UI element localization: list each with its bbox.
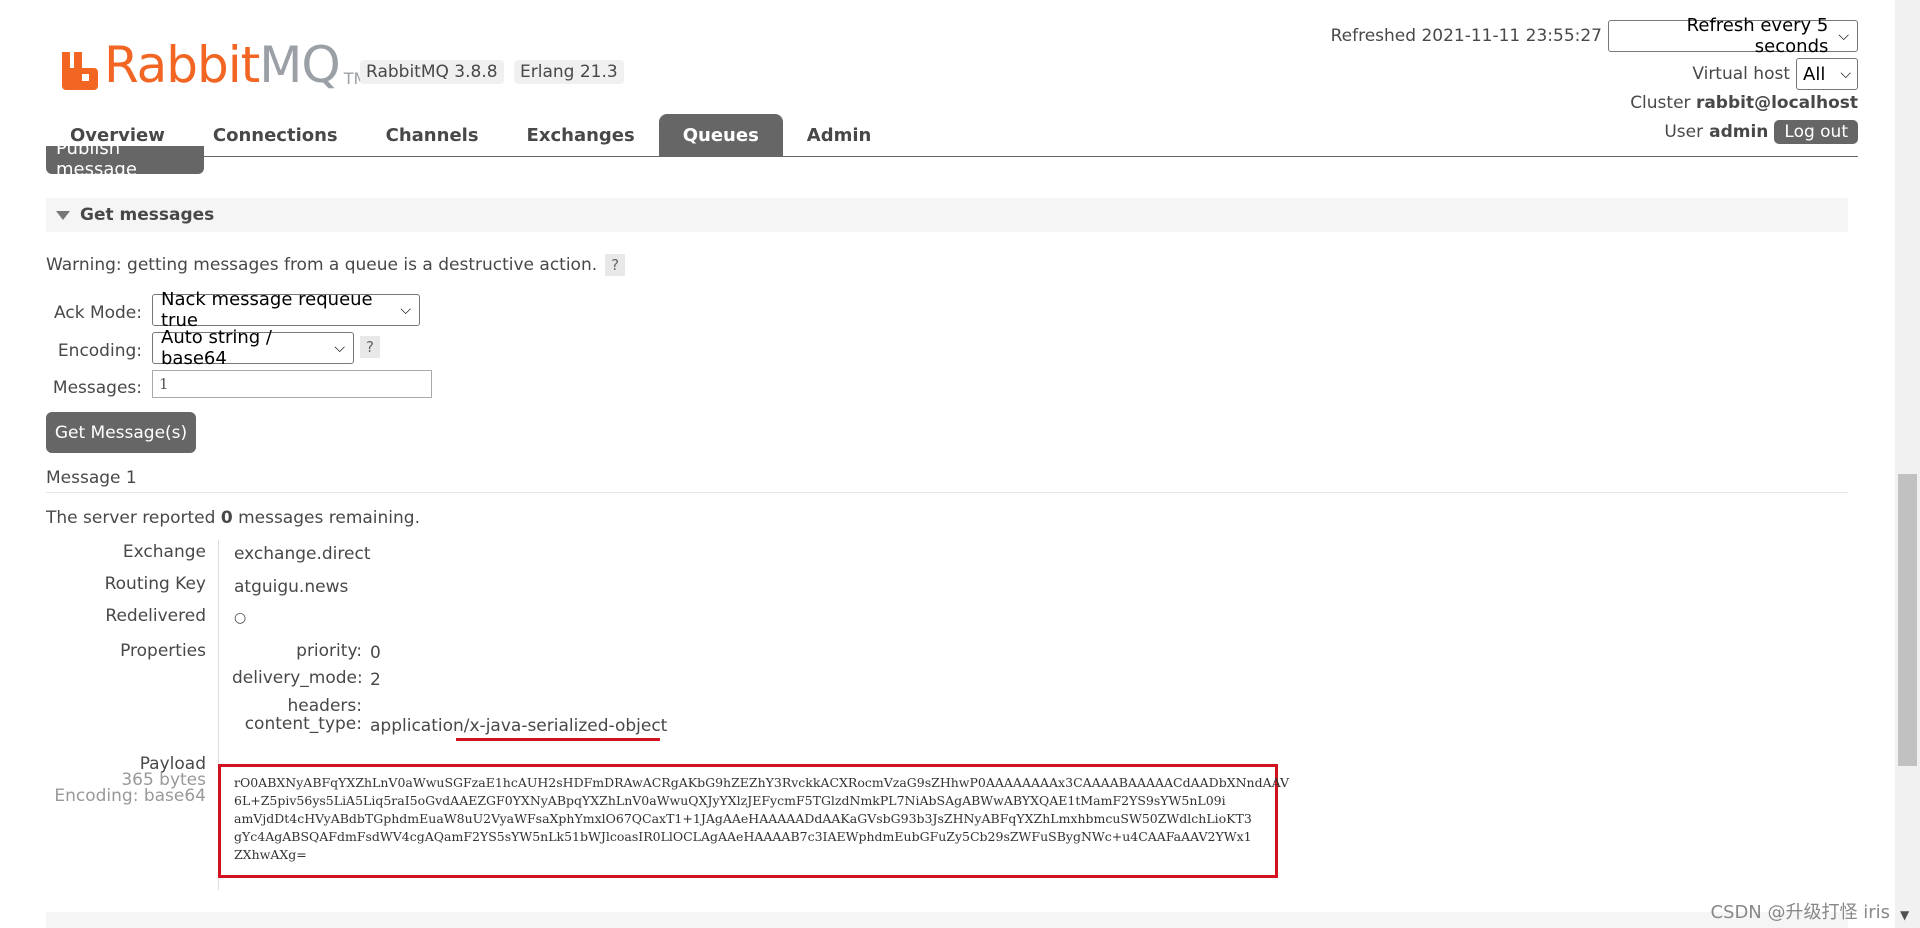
ack-mode-value: Nack message requeue true bbox=[161, 289, 373, 331]
destructive-warning-text: Warning: getting messages from a queue i… bbox=[46, 255, 598, 275]
logo-text-mq: MQ bbox=[259, 36, 340, 94]
encoding-label: Encoding: bbox=[57, 341, 142, 361]
payload-line: ZXhwAXg= bbox=[234, 847, 307, 862]
chevron-down-icon: ⌵ bbox=[1838, 28, 1849, 44]
user-row: User admin Log out bbox=[1664, 120, 1858, 144]
logout-button[interactable]: Log out bbox=[1774, 120, 1858, 144]
get-messages-section-toggle[interactable]: Get messages bbox=[46, 198, 1848, 232]
priority-label: priority: bbox=[296, 641, 362, 661]
refreshed-timestamp: Refreshed 2021-11-11 23:55:27 bbox=[1330, 26, 1602, 46]
encoding-value: Auto string / base64 bbox=[161, 327, 272, 369]
tab-queues[interactable]: Queues bbox=[658, 114, 783, 156]
warning-row: Warning: getting messages from a queue i… bbox=[46, 254, 626, 276]
tab-overview[interactable]: Overview bbox=[46, 114, 189, 156]
messages-count-input[interactable]: 1 bbox=[152, 370, 432, 398]
red-underline-annotation bbox=[456, 738, 660, 741]
exchange-label: Exchange bbox=[122, 542, 206, 562]
get-messages-button[interactable]: Get Message(s) bbox=[46, 412, 196, 453]
redelivered-value: ○ bbox=[234, 610, 247, 626]
encoding-help-icon[interactable]: ? bbox=[360, 336, 380, 358]
remaining-post: messages remaining. bbox=[238, 508, 420, 528]
refresh-row: Refreshed 2021-11-11 23:55:27 Refresh ev… bbox=[1330, 15, 1858, 57]
delivery-mode-label: delivery_mode: bbox=[232, 668, 363, 688]
delivery-mode-value: 2 bbox=[370, 670, 381, 690]
rabbitmq-version-badge: RabbitMQ 3.8.8 bbox=[360, 60, 504, 84]
redelivered-label: Redelivered bbox=[105, 606, 206, 626]
remaining-pre: The server reported bbox=[46, 508, 216, 528]
payload-line: rO0ABXNyABFqYXZhLnV0aWwuSGFzaE1hcAUH2sHD… bbox=[234, 775, 1290, 790]
payload-encoding: Encoding: base64 bbox=[54, 786, 206, 806]
scrollbar-thumb[interactable] bbox=[1898, 474, 1917, 766]
encoding-select[interactable]: Auto string / base64 ⌵ bbox=[152, 327, 354, 369]
tab-divider bbox=[46, 156, 1858, 157]
user-label: User bbox=[1664, 122, 1704, 142]
next-section-strip bbox=[46, 912, 1848, 928]
rabbitmq-logo[interactable]: Rabbit MQ TM bbox=[62, 30, 367, 90]
ack-mode-label: Ack Mode: bbox=[54, 303, 142, 323]
vhost-select[interactable]: All ⌵ bbox=[1796, 58, 1858, 90]
tab-admin[interactable]: Admin bbox=[783, 114, 896, 156]
page-scrollbar[interactable] bbox=[1895, 0, 1920, 928]
vhost-label: Virtual host bbox=[1692, 64, 1790, 84]
payload-line: gYc4AgABSQAFdmFsdWV4cgAQamF2YS5sYW5nLk51… bbox=[234, 829, 1252, 844]
routing-key-label: Routing Key bbox=[104, 574, 206, 594]
chevron-down-icon: ⌵ bbox=[400, 302, 411, 318]
message-divider bbox=[46, 492, 1848, 493]
get-messages-title: Get messages bbox=[80, 205, 215, 225]
exchange-value: exchange.direct bbox=[234, 544, 371, 564]
scroll-down-arrow-icon[interactable]: ▼ bbox=[1900, 908, 1909, 922]
messages-label: Messages: bbox=[52, 378, 142, 398]
vhost-value: All bbox=[1803, 63, 1826, 85]
chevron-down-icon: ⌵ bbox=[1840, 66, 1851, 82]
cluster-label: Cluster bbox=[1630, 93, 1691, 113]
main-nav-tabs: Overview Connections Channels Exchanges … bbox=[46, 114, 895, 156]
erlang-version-badge: Erlang 21.3 bbox=[514, 60, 624, 84]
payload-line: amVjdDt4cHVyABdbTGphdmEuaW8uU2VyaWFsaXph… bbox=[234, 811, 1252, 826]
rabbitmq-logo-icon bbox=[62, 52, 98, 90]
headers-label: headers: bbox=[287, 696, 362, 716]
message-title: Message 1 bbox=[46, 468, 137, 488]
refresh-interval-value: Refresh every 5 seconds bbox=[1686, 15, 1829, 57]
cluster-row: Cluster rabbit@localhost bbox=[1630, 93, 1858, 113]
ack-mode-select[interactable]: Nack message requeue true ⌵ bbox=[152, 289, 420, 331]
tab-connections[interactable]: Connections bbox=[189, 114, 362, 156]
cluster-name: rabbit@localhost bbox=[1695, 93, 1858, 113]
content-type-value: application/x-java-serialized-object bbox=[370, 716, 668, 736]
properties-label: Properties bbox=[120, 641, 206, 661]
payload-content: rO0ABXNyABFqYXZhLnV0aWwuSGFzaE1hcAUH2sHD… bbox=[234, 774, 1290, 864]
csdn-watermark: CSDN @升级打怪 iris bbox=[1710, 902, 1890, 923]
refresh-interval-select[interactable]: Refresh every 5 seconds ⌵ bbox=[1608, 15, 1858, 57]
logo-text-rabbit: Rabbit bbox=[104, 36, 260, 94]
priority-value: 0 bbox=[370, 643, 381, 663]
collapse-triangle-icon bbox=[56, 210, 70, 220]
user-name: admin bbox=[1709, 122, 1769, 142]
remaining-count: 0 bbox=[220, 508, 233, 528]
chevron-down-icon: ⌵ bbox=[334, 340, 345, 356]
tab-exchanges[interactable]: Exchanges bbox=[503, 114, 659, 156]
tab-channels[interactable]: Channels bbox=[362, 114, 503, 156]
vhost-row: Virtual host All ⌵ bbox=[1692, 58, 1858, 90]
help-icon[interactable]: ? bbox=[605, 254, 626, 276]
remaining-messages-text: The server reported 0 messages remaining… bbox=[46, 508, 420, 528]
content-type-label: content_type: bbox=[244, 714, 362, 734]
payload-line: 6L+Z5piv56ys5LiA5Liq5raI5oGvdAAEZGF0YXNy… bbox=[234, 793, 1226, 808]
routing-key-value: atguigu.news bbox=[234, 577, 349, 597]
